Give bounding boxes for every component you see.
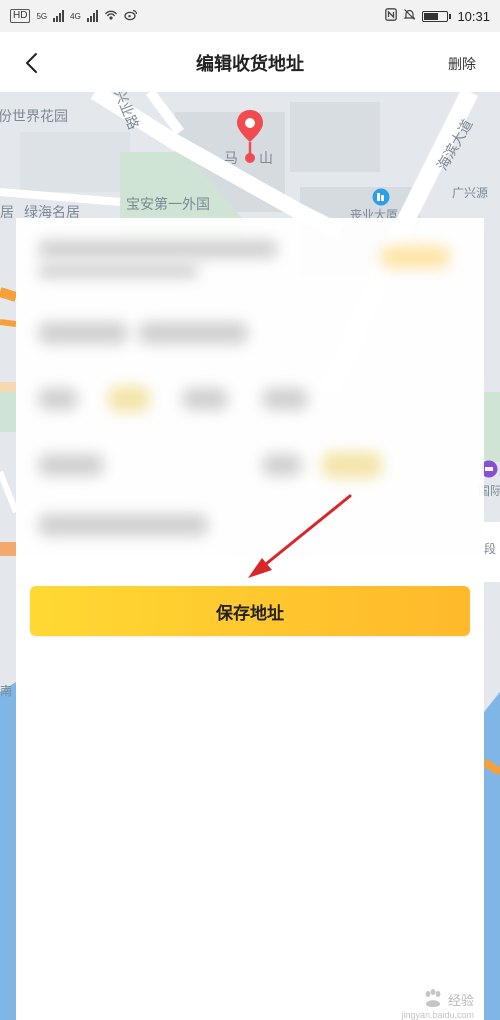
hotspot-icon xyxy=(104,9,118,24)
redacted-field xyxy=(38,322,128,344)
hd-badge: HD xyxy=(10,9,31,23)
mute-bell-icon xyxy=(403,8,416,24)
baidu-paw-icon xyxy=(425,989,441,1007)
redacted-field xyxy=(138,322,248,344)
status-time: 10:31 xyxy=(457,8,490,24)
map-label: 段 xyxy=(484,542,497,556)
signal-1-icon xyxy=(53,10,65,22)
redacted-field xyxy=(38,514,208,536)
net-1-label: 5G xyxy=(36,11,48,21)
watermark-subtext: jingyan.baidu.com xyxy=(401,1010,474,1020)
page-title: 编辑收货地址 xyxy=(196,54,304,75)
redacted-field xyxy=(38,454,104,476)
save-address-button[interactable]: 保存地址 xyxy=(30,586,470,636)
redacted-tag xyxy=(322,452,382,478)
map-label: 广兴源 xyxy=(452,186,489,200)
map-label: 份世界花园 xyxy=(0,109,68,125)
status-left: HD 5G 4G xyxy=(10,9,138,24)
battery-icon xyxy=(422,10,452,22)
watermark-text: 经验 xyxy=(447,992,474,1008)
map-label: 南 xyxy=(0,684,13,698)
redacted-field xyxy=(38,264,198,278)
redacted-field xyxy=(38,388,78,410)
chevron-left-icon xyxy=(26,53,37,73)
map-label: 宝安第一外国 xyxy=(126,197,210,213)
delete-button[interactable]: 删除 xyxy=(448,54,476,74)
location-pin-icon xyxy=(234,108,266,168)
signal-2-icon xyxy=(86,10,98,22)
back-button[interactable] xyxy=(14,46,48,80)
redacted-field xyxy=(182,388,228,410)
status-bar: HD 5G 4G 10:31 xyxy=(0,0,500,32)
redacted-field xyxy=(262,388,308,410)
form-bottom-sheet: 保存地址 xyxy=(16,558,484,1020)
status-right: 10:31 xyxy=(385,8,490,24)
address-form-redacted xyxy=(16,218,484,558)
weibo-icon xyxy=(124,9,138,24)
nfc-icon xyxy=(385,8,398,24)
watermark: 经验 jingyan.baidu.com xyxy=(401,988,474,1020)
redacted-tag xyxy=(380,246,450,268)
redacted-field xyxy=(38,240,278,258)
redacted-tag xyxy=(108,386,150,412)
map-label: 居 xyxy=(0,205,14,221)
nav-bar: 编辑收货地址 删除 xyxy=(0,32,500,92)
net-2-label: 4G xyxy=(70,11,81,21)
redacted-field xyxy=(262,454,302,476)
